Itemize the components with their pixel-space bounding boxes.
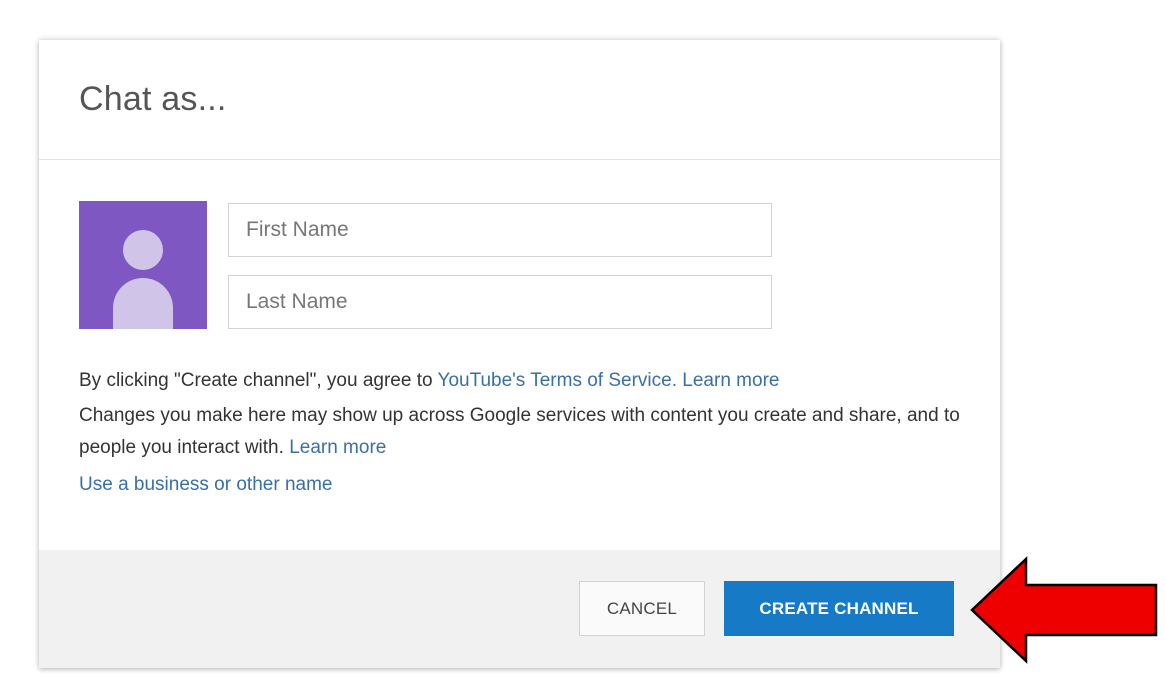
legal-text: By clicking "Create channel", you agree … xyxy=(79,365,969,501)
chat-as-dialog: Chat as... By clicking "Create channel",… xyxy=(39,40,1000,668)
changes-learn-more-link[interactable]: Learn more xyxy=(289,437,386,458)
changes-text: Changes you make here may show up across… xyxy=(79,405,960,458)
avatar-head xyxy=(123,230,163,270)
business-line: Use a business or other name xyxy=(79,469,969,501)
terms-line: By clicking "Create channel", you agree … xyxy=(79,365,969,397)
dialog-header: Chat as... xyxy=(39,40,1000,160)
dialog-body: By clicking "Create channel", you agree … xyxy=(39,160,1000,550)
terms-learn-more-link[interactable]: Learn more xyxy=(682,370,779,391)
person-icon xyxy=(79,201,207,329)
last-name-input[interactable] xyxy=(228,275,772,329)
screen: Chat as... By clicking "Create channel",… xyxy=(0,0,1165,682)
first-name-input[interactable] xyxy=(228,203,772,257)
terms-of-service-link[interactable]: YouTube's Terms of Service. xyxy=(438,370,678,391)
use-business-name-link[interactable]: Use a business or other name xyxy=(79,474,332,495)
avatar-body xyxy=(113,278,173,329)
dialog-title: Chat as... xyxy=(79,80,227,118)
cancel-button[interactable]: CANCEL xyxy=(579,581,705,636)
create-channel-button[interactable]: CREATE CHANNEL xyxy=(724,581,954,636)
left-pointing-arrow-icon xyxy=(970,556,1158,664)
dialog-footer: CANCEL CREATE CHANNEL xyxy=(39,550,1000,668)
arrow-shape xyxy=(970,556,1158,664)
terms-prefix: By clicking "Create channel", you agree … xyxy=(79,370,438,391)
changes-line: Changes you make here may show up across… xyxy=(79,400,969,464)
